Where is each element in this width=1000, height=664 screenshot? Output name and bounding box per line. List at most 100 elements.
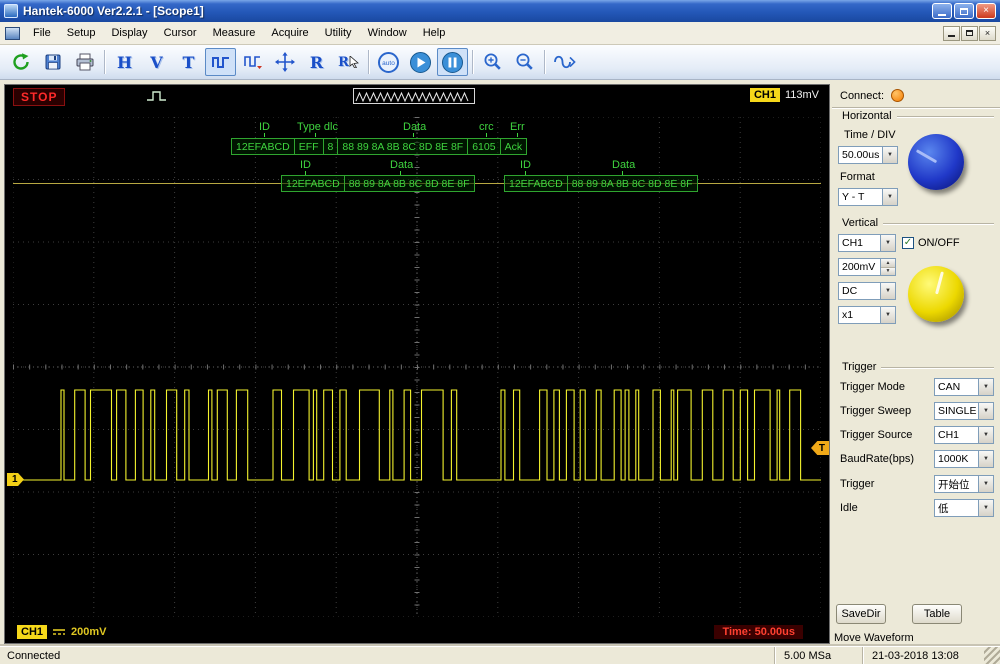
horizontal-cursor-button[interactable]: H <box>109 48 140 76</box>
maximize-button[interactable] <box>954 3 974 19</box>
sine-wave-icon <box>553 54 576 70</box>
decode-col-id: ID <box>520 159 531 171</box>
waveform-position-preview[interactable] <box>353 88 475 104</box>
auto-icon: auto <box>377 51 400 74</box>
can-frame-1[interactable]: 12EFABCD EFF 8 88 89 8A 8B 8C 8D 8E 8F 6… <box>231 138 527 155</box>
refresh-connect-button[interactable] <box>5 48 36 76</box>
status-bar: Connected 5.00 MSa 21-03-2018 13:08 <box>0 646 1000 664</box>
record-play-button[interactable]: R <box>333 48 364 76</box>
trigger-level-button[interactable]: T <box>173 48 204 76</box>
minimize-button[interactable] <box>932 3 952 19</box>
print-button[interactable] <box>69 48 100 76</box>
minimize-icon <box>948 35 955 37</box>
coupling-select[interactable]: DC ▼ <box>838 282 896 300</box>
savedir-button[interactable]: SaveDir <box>836 604 886 624</box>
minimize-icon <box>938 14 946 16</box>
time-div-label: Time / DIV <box>844 129 896 141</box>
spin-up-icon[interactable]: ▲ <box>881 259 895 268</box>
move-waveform-label: Move Waveform <box>834 632 914 644</box>
chevron-down-icon: ▼ <box>978 500 993 516</box>
square-wave-arrow-icon <box>243 53 263 71</box>
can-frame-2[interactable]: 12EFABCD 88 89 8A 8B 8C 8D 8E 8F <box>281 175 475 192</box>
frame-ack: Ack <box>500 139 527 154</box>
child-minimize-button[interactable] <box>943 26 960 41</box>
baudrate-label: BaudRate(bps) <box>840 453 914 465</box>
baudrate-select[interactable]: 1000K ▼ <box>934 450 994 468</box>
zoom-in-button[interactable] <box>477 48 508 76</box>
menu-utility[interactable]: Utility <box>317 23 360 43</box>
frame-crc: 6105 <box>467 139 499 154</box>
save-button[interactable] <box>37 48 68 76</box>
frame-dlc: 8 <box>323 139 338 154</box>
channel-onoff-checkbox[interactable]: ✓ <box>902 237 914 249</box>
vertical-knob[interactable] <box>908 266 964 322</box>
play-icon <box>409 51 432 74</box>
menu-file[interactable]: File <box>25 23 59 43</box>
menu-setup[interactable]: Setup <box>59 23 104 43</box>
idle-select[interactable]: 低 ▼ <box>934 499 994 517</box>
acquisition-status-strip: STOP CH1 113mV <box>5 85 829 107</box>
horizontal-knob[interactable] <box>908 134 964 190</box>
volts-div-spinner[interactable]: 200mV ▲▼ <box>838 258 896 276</box>
pause-button[interactable] <box>437 48 468 76</box>
zoom-in-icon <box>483 52 503 72</box>
frame-id: 12EFABCD <box>282 176 344 191</box>
chevron-down-icon: ▼ <box>978 427 993 443</box>
menu-display[interactable]: Display <box>103 23 155 43</box>
child-close-button[interactable]: × <box>979 26 996 41</box>
channel-badge: CH1 <box>17 625 47 639</box>
decode-col-data: Data <box>403 121 426 133</box>
menu-acquire[interactable]: Acquire <box>263 23 316 43</box>
decode-col-data: Data <box>390 159 413 171</box>
pan-xy-button[interactable] <box>269 48 300 76</box>
square-wave-icon <box>211 53 231 71</box>
child-restore-button[interactable] <box>961 26 978 41</box>
print-icon <box>75 53 95 71</box>
channel-select[interactable]: CH1 ▼ <box>838 234 896 252</box>
app-icon <box>4 4 18 18</box>
spinner-arrows[interactable]: ▲▼ <box>880 259 895 275</box>
trigger-mode-select[interactable]: CAN ▼ <box>934 378 994 396</box>
decode-button[interactable] <box>205 48 236 76</box>
digital-wave-button[interactable] <box>237 48 268 76</box>
zoom-out-button[interactable] <box>509 48 540 76</box>
toolbar: H V T R R <box>0 45 1000 80</box>
run-state-indicator: STOP <box>13 88 65 106</box>
toolbar-separator <box>368 50 369 74</box>
format-select[interactable]: Y - T ▼ <box>838 188 898 206</box>
spin-down-icon[interactable]: ▼ <box>881 268 895 276</box>
chevron-down-icon: ▼ <box>882 189 897 205</box>
record-button[interactable]: R <box>301 48 332 76</box>
chevron-down-icon: ▼ <box>880 235 895 251</box>
datetime: 21-03-2018 13:08 <box>862 647 984 664</box>
cursor-arrow-icon <box>349 56 359 68</box>
control-panel: Connect: Horizontal Time / DIV 50.00us ▼… <box>832 84 1000 646</box>
scope-display: STOP CH1 113mV ID <box>4 84 830 644</box>
menu-measure[interactable]: Measure <box>205 23 264 43</box>
can-frame-3[interactable]: 12EFABCD 88 89 8A 8B 8C 8D 8E 8F <box>504 175 698 192</box>
horizontal-section-title: Horizontal <box>842 110 892 122</box>
menu-window[interactable]: Window <box>360 23 415 43</box>
vertical-cursor-button[interactable]: V <box>141 48 172 76</box>
scope-plot[interactable]: ID Type dlc Data crc Err 12EFABCD EFF 8 … <box>13 117 821 617</box>
run-button[interactable] <box>405 48 436 76</box>
table-button[interactable]: Table <box>912 604 962 624</box>
probe-select[interactable]: x1 ▼ <box>838 306 896 324</box>
close-button[interactable]: × <box>976 3 996 19</box>
frame-data: 88 89 8A 8B 8C 8D 8E 8F <box>567 176 697 191</box>
document-icon[interactable] <box>5 27 20 40</box>
chevron-down-icon: ▼ <box>882 147 897 163</box>
trigger-source-select[interactable]: CH1 ▼ <box>934 426 994 444</box>
menu-help[interactable]: Help <box>415 23 454 43</box>
autoset-button[interactable]: auto <box>373 48 404 76</box>
save-icon <box>44 53 62 71</box>
decode-col-data: Data <box>612 159 635 171</box>
menu-cursor[interactable]: Cursor <box>156 23 205 43</box>
trigger-sweep-select[interactable]: SINGLE ▼ <box>934 402 994 420</box>
waveform-scroll-button[interactable] <box>549 48 580 76</box>
resize-grip[interactable] <box>984 647 1000 664</box>
frame-id: 12EFABCD <box>232 139 294 154</box>
trigger-condition-select[interactable]: 开始位 ▼ <box>934 475 994 493</box>
time-div-select[interactable]: 50.00us ▼ <box>838 146 898 164</box>
chevron-down-icon: ▼ <box>978 403 993 419</box>
